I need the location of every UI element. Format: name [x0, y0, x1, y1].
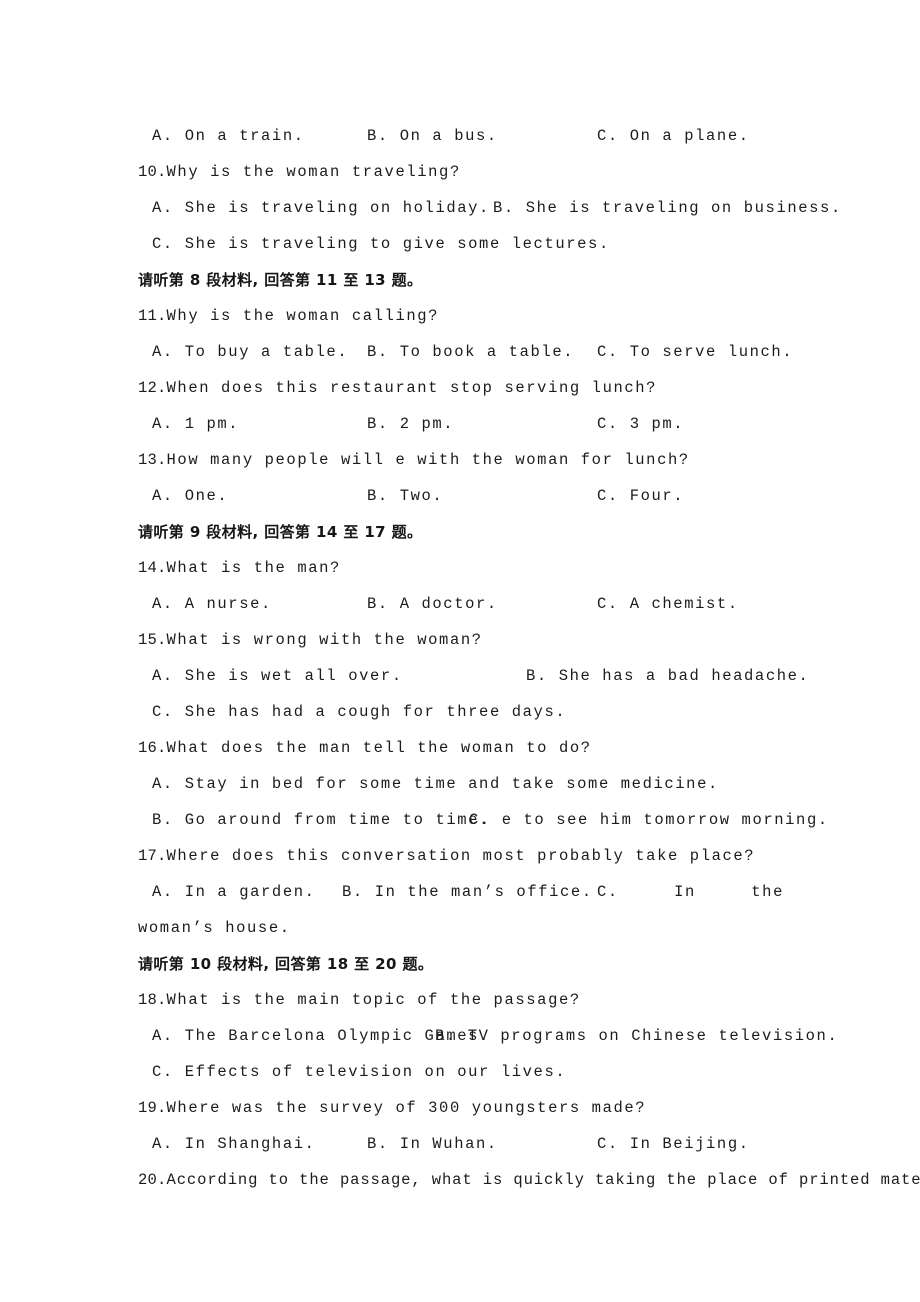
option-c: C. In Beijing. [597, 1135, 750, 1153]
option-c: C. On a plane. [597, 127, 750, 145]
option-b: B. She is traveling on business. [493, 199, 842, 217]
question-number: 13. [138, 451, 167, 469]
question-number: 17. [138, 847, 167, 865]
question-10-options-row1: A. She is traveling on holiday. B. She i… [138, 190, 840, 226]
option-a: A. She is wet all over. [152, 667, 403, 685]
option-b: B. TV programs on Chinese television. [435, 1027, 839, 1045]
question-number: 12. [138, 379, 167, 397]
question-16-options-row2: B. Go around from time to time. C. e to … [138, 802, 827, 838]
question-13-stem: 13. How many people will e with the woma… [138, 442, 784, 478]
question-number: 20. [138, 1171, 167, 1189]
question-number: 11. [138, 307, 167, 325]
option-c-label: C. [597, 883, 619, 901]
question-19-stem: 19. Where was the survey of 300 youngste… [138, 1090, 784, 1126]
option-b: B. On a bus. [367, 127, 498, 145]
question-text: Where was the survey of 300 youngsters m… [166, 1099, 647, 1117]
section-header-passage-8: 请听第 8 段材料, 回答第 11 至 13 题。 [138, 271, 423, 289]
section-header-passage-9: 请听第 9 段材料, 回答第 14 至 17 题。 [138, 523, 423, 541]
option-c: C. e to see him tomorrow morning. [469, 811, 829, 829]
option-c-word-2: the [751, 883, 784, 901]
option-a: A. 1 pm. [152, 415, 240, 433]
option-a: A. To buy a table. [152, 343, 349, 361]
option-b: B. 2 pm. [367, 415, 455, 433]
option-b: B. In the man’s office. [342, 883, 593, 901]
option-c: C. A chemist. [597, 595, 739, 613]
question-20-stem: 20. According to the passage, what is qu… [138, 1162, 920, 1198]
option-a: A. In a garden. [152, 883, 316, 901]
exam-page-body: A. On a train. B. On a bus. C. On a plan… [138, 0, 920, 1198]
question-11-stem: 11. Why is the woman calling? [138, 298, 784, 334]
question-text: What does the man tell the woman to do? [166, 739, 592, 757]
question-text: According to the passage, what is quickl… [166, 1171, 920, 1189]
option-c: C. She is traveling to give some lecture… [152, 235, 610, 253]
question-number: 10. [138, 163, 167, 181]
question-number: 18. [138, 991, 167, 1009]
option-c: C. Four. [597, 487, 685, 505]
question-17-options-row1: A. In a garden. B. In the man’s office. … [138, 874, 784, 910]
question-number: 16. [138, 739, 167, 757]
question-16-options-row1: A. Stay in bed for some time and take so… [138, 766, 784, 802]
question-10-stem: 10. Why is the woman traveling? [138, 154, 784, 190]
question-text: What is wrong with the woman? [166, 631, 483, 649]
question-text: When does this restaurant stop serving l… [166, 379, 658, 397]
option-a: A. One. [152, 487, 229, 505]
option-b: B. A doctor. [367, 595, 498, 613]
question-15-options-row2: C. She has had a cough for three days. [138, 694, 784, 730]
option-a: A. On a train. [152, 127, 305, 145]
question-16-stem: 16. What does the man tell the woman to … [138, 730, 784, 766]
question-11-options: A. To buy a table. B. To book a table. C… [138, 334, 792, 370]
question-19-options: A. In Shanghai. B. In Wuhan. C. In Beiji… [138, 1126, 784, 1162]
question-15-stem: 15. What is wrong with the woman? [138, 622, 784, 658]
option-c: C. Effects of television on our lives. [152, 1063, 567, 1081]
question-18-options-row2: C. Effects of television on our lives. [138, 1054, 784, 1090]
question-15-options-row1: A. She is wet all over. B. She has a bad… [138, 658, 808, 694]
option-c: C. In the [597, 874, 784, 910]
question-text: Why is the woman calling? [166, 307, 440, 325]
question-17-stem: 17. Where does this conversation most pr… [138, 838, 784, 874]
question-10-options-row2: C. She is traveling to give some lecture… [138, 226, 784, 262]
question-number: 19. [138, 1099, 167, 1117]
question-number: 14. [138, 559, 167, 577]
question-13-options: A. One. B. Two. C. Four. [138, 478, 784, 514]
question-text: How many people will e with the woman fo… [166, 451, 690, 469]
option-c: C. She has had a cough for three days. [152, 703, 567, 721]
option-a: A. A nurse. [152, 595, 272, 613]
section-header-passage-10: 请听第 10 段材料, 回答第 18 至 20 题。 [138, 955, 434, 973]
question-text: What is the man? [166, 559, 341, 577]
question-12-stem: 12. When does this restaurant stop servi… [138, 370, 784, 406]
question-18-options-row1: A. The Barcelona Olympic Games. B. TV pr… [138, 1018, 837, 1054]
question-text: Where does this conversation most probab… [166, 847, 756, 865]
question-number: 15. [138, 631, 167, 649]
option-a: A. Stay in bed for some time and take so… [152, 775, 719, 793]
option-b: B. Go around from time to time. [152, 811, 490, 829]
option-c: C. To serve lunch. [597, 343, 794, 361]
option-b: B. Two. [367, 487, 444, 505]
option-a: A. She is traveling on holiday. [152, 199, 490, 217]
option-a: A. In Shanghai. [152, 1135, 316, 1153]
question-18-stem: 18. What is the main topic of the passag… [138, 982, 784, 1018]
question-14-options: A. A nurse. B. A doctor. C. A chemist. [138, 586, 784, 622]
option-c-word-1: In [674, 883, 696, 901]
question-12-options: A. 1 pm. B. 2 pm. C. 3 pm. [138, 406, 784, 442]
option-b: B. In Wuhan. [367, 1135, 498, 1153]
question-14-stem: 14. What is the man? [138, 550, 784, 586]
question-text: Why is the woman traveling? [166, 163, 461, 181]
question-17-option-c-continuation: woman’s house. [138, 919, 291, 937]
question-9-options: A. On a train. B. On a bus. C. On a plan… [138, 118, 784, 154]
question-text: What is the main topic of the passage? [166, 991, 581, 1009]
option-b: B. She has a bad headache. [526, 667, 810, 685]
option-c: C. 3 pm. [597, 415, 685, 433]
option-b: B. To book a table. [367, 343, 575, 361]
